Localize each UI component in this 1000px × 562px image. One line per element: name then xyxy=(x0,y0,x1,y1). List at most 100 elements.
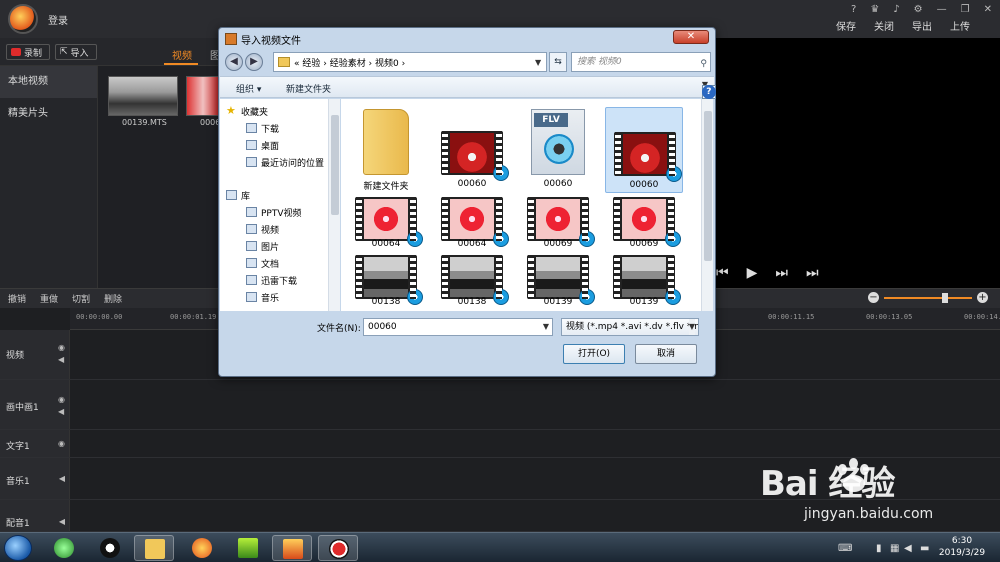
search-input[interactable]: 搜索 视频0 ⚲ xyxy=(571,52,711,72)
baidu-watermark: Bai 经验 jingyan.baidu.com xyxy=(760,450,1000,530)
record-button[interactable]: 录制 xyxy=(6,44,50,60)
file-item[interactable]: 00060 xyxy=(605,107,683,193)
file-item[interactable]: 00069 xyxy=(605,195,683,251)
file-item[interactable]: 00138 xyxy=(347,253,425,309)
file-item[interactable]: 00064 xyxy=(347,195,425,251)
dialog-title: 导入视频文件 xyxy=(241,35,301,47)
delete-button[interactable]: 删除 xyxy=(104,292,122,305)
file-name: 00060 xyxy=(629,180,659,190)
speaker-icon[interactable]: ◀ xyxy=(59,516,65,528)
clock[interactable]: 6:30 2019/3/29 xyxy=(934,535,990,559)
tab-video[interactable]: 视频 xyxy=(172,47,192,62)
nav-scrollbar[interactable] xyxy=(328,99,340,311)
sidebar-item-intro[interactable]: 精美片头 xyxy=(0,98,97,130)
login-link[interactable]: 登录 xyxy=(48,12,68,27)
taskbar-player[interactable] xyxy=(228,535,268,561)
chevron-down-icon[interactable]: ▼ xyxy=(543,319,549,335)
track-name: 音乐1 xyxy=(6,477,30,487)
usb-icon[interactable]: ▮ xyxy=(876,543,882,554)
filetype-select[interactable]: 视频 (*.mp4 *.avi *.dv *.flv *.m ▼ xyxy=(561,318,699,336)
taskbar-firefox[interactable] xyxy=(182,535,222,561)
file-item[interactable]: 00069 xyxy=(519,195,597,251)
track-label: 音乐1 ◀ xyxy=(0,458,70,499)
gear-icon[interactable]: ⚙ xyxy=(914,4,923,15)
taskbar-recorder[interactable] xyxy=(318,535,358,561)
track-label: 画中画1 ◉ ◀ xyxy=(0,380,70,429)
keyboard-icon[interactable]: ⌨ xyxy=(838,543,852,554)
file-item[interactable]: 00139 xyxy=(519,253,597,309)
file-name: 00064 xyxy=(371,239,401,249)
file-item[interactable]: 00064 xyxy=(433,195,511,251)
skip-end-icon[interactable]: ⏭ xyxy=(806,265,819,281)
taskbar-browser[interactable] xyxy=(44,535,84,561)
taskbar-editor[interactable] xyxy=(272,535,312,561)
close-icon[interactable]: ✕ xyxy=(984,4,992,15)
ruler-tick-label: 00:00:14.2 xyxy=(964,313,1000,321)
vip-icon[interactable]: ♛ xyxy=(870,4,879,15)
ruler-tick-label: 00:00:11.15 xyxy=(768,313,815,321)
scrollbar-thumb[interactable] xyxy=(331,115,339,215)
zoom-slider-track[interactable] xyxy=(884,297,972,299)
prev-frame-icon[interactable]: ⏮ xyxy=(716,265,729,281)
eye-icon[interactable]: ◉ ◀ xyxy=(58,342,65,366)
media-thumbnail[interactable] xyxy=(108,76,178,116)
help-icon[interactable]: ? xyxy=(851,4,856,15)
chevron-down-icon[interactable]: ▼ xyxy=(535,58,541,67)
undo-button[interactable]: 撤销 xyxy=(8,292,26,305)
dialog-close-button[interactable]: ✕ xyxy=(673,30,709,44)
top-actions: 保存 关闭 导出 上传 xyxy=(836,18,970,33)
help-icon[interactable]: ? xyxy=(701,85,716,99)
eye-icon[interactable]: ◉ ◀ xyxy=(58,394,65,418)
cut-button[interactable]: 切割 xyxy=(72,292,90,305)
import-button[interactable]: ⇱ 导入 xyxy=(55,44,97,60)
volume-icon[interactable]: ◀ xyxy=(904,543,912,554)
address-bar[interactable]: « 经验 › 经验素材 › 视频0 › xyxy=(273,52,547,72)
file-item[interactable]: FLV 00060 xyxy=(519,107,597,193)
zoom-slider-handle[interactable] xyxy=(942,293,948,303)
media-thumbnail[interactable] xyxy=(186,76,220,116)
upload-button[interactable]: 上传 xyxy=(950,18,970,33)
start-button[interactable] xyxy=(4,535,32,561)
eye-icon[interactable]: ◉ xyxy=(58,438,65,450)
export-button[interactable]: 导出 xyxy=(912,18,932,33)
maximize-icon[interactable]: ❐ xyxy=(961,4,970,15)
file-item[interactable]: 00060 xyxy=(433,107,511,193)
file-item[interactable]: 00138 xyxy=(433,253,511,309)
file-name: 00139 xyxy=(543,297,573,307)
redo-button[interactable]: 重做 xyxy=(40,292,58,305)
thumbnail-image xyxy=(450,257,494,297)
folder-item[interactable]: 新建文件夹 xyxy=(347,107,425,193)
import-icon: ⇱ xyxy=(60,47,68,57)
minimize-icon[interactable]: — xyxy=(937,4,947,15)
organize-button[interactable]: 组织 ▾ xyxy=(236,82,261,95)
browser-icon xyxy=(54,538,74,558)
filename-input[interactable]: 00060 ▼ xyxy=(363,318,553,336)
bell-icon[interactable]: ♪ xyxy=(893,4,899,15)
zoom-in-icon[interactable]: + xyxy=(977,292,988,303)
open-button[interactable]: 打开(O) xyxy=(563,344,625,364)
play-icon[interactable]: ▶ xyxy=(747,265,758,281)
new-folder-button[interactable]: 新建文件夹 xyxy=(286,82,331,95)
taskbar-qq[interactable] xyxy=(90,535,130,561)
network-icon[interactable]: ▦ xyxy=(890,543,899,554)
zoom-out-icon[interactable]: − xyxy=(868,292,879,303)
save-button[interactable]: 保存 xyxy=(836,18,856,33)
refresh-icon[interactable]: ⇆ xyxy=(549,52,567,72)
taskbar-explorer[interactable] xyxy=(134,535,174,561)
next-frame-icon[interactable]: ⏭ xyxy=(775,265,788,281)
sidebar-item-local-video[interactable]: 本地视频 xyxy=(0,66,97,98)
folder-icon xyxy=(145,539,165,559)
scrollbar-thumb[interactable] xyxy=(704,111,712,261)
track-pip[interactable]: 画中画1 ◉ ◀ xyxy=(0,380,1000,430)
chevron-down-icon[interactable]: ▼ xyxy=(688,319,695,335)
file-item[interactable]: 00139 xyxy=(605,253,683,309)
cancel-button[interactable]: 取消 xyxy=(635,344,697,364)
speaker-icon[interactable]: ◀ xyxy=(59,473,65,485)
desktop-icon xyxy=(246,140,257,150)
thumbnail-image xyxy=(450,133,494,173)
power-icon[interactable]: ▬ xyxy=(920,543,929,554)
back-icon[interactable]: ◀ xyxy=(225,53,243,71)
forward-icon[interactable]: ▶ xyxy=(245,53,263,71)
file-scrollbar[interactable] xyxy=(701,99,713,311)
close-project-button[interactable]: 关闭 xyxy=(874,18,894,33)
